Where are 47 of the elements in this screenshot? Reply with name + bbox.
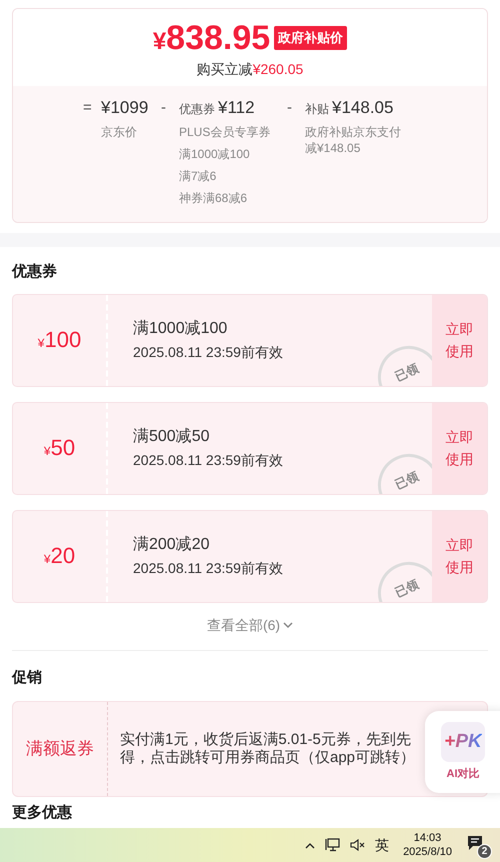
input-method-indicator[interactable]: 英 xyxy=(375,834,390,856)
coupon-amount: ¥50 xyxy=(44,437,76,459)
use-now-button[interactable]: 立即使用 xyxy=(432,510,487,602)
coupon-condition: 满500减50 xyxy=(133,426,210,447)
clock-date[interactable]: 2025/8/10 xyxy=(403,845,452,859)
final-price: ¥838.95 xyxy=(152,21,270,55)
coupon-condition: 满1000减100 xyxy=(133,318,228,339)
use-now-button[interactable]: 立即使用 xyxy=(432,402,487,494)
breakdown-label: 补贴 xyxy=(305,101,329,118)
chevron-up-icon[interactable] xyxy=(305,842,316,848)
coupon-amount: ¥20 xyxy=(44,545,76,567)
section-title: 更多优惠 xyxy=(12,803,73,823)
breakdown-note: 满7减6 xyxy=(179,168,216,184)
promotion-text: 实付满1元，收货后返满5.01-5元券，先到先得，点击跳转可用券商品页（仅app可跳转） xyxy=(120,731,416,767)
price-badge: 政府补贴价 xyxy=(274,26,348,50)
notification-icon[interactable] xyxy=(467,835,483,851)
operator-sign: = xyxy=(83,98,93,118)
saving-amount: ¥260.05 xyxy=(252,61,304,77)
section-title: 促销 xyxy=(12,668,43,688)
chevron-down-icon xyxy=(283,622,294,628)
breakdown-note: 神券满68减6 xyxy=(179,190,248,206)
coupon-validity: 2025.08.11 23:59前有效 xyxy=(133,451,284,470)
saving-label: 购买立减 xyxy=(196,61,253,77)
breakdown-note: PLUS会员专享券 xyxy=(179,124,270,140)
pk-logo: +PK xyxy=(441,722,485,762)
notification-count: 2 xyxy=(477,844,492,859)
breakdown-note: 政府补贴京东支付减¥148.05 xyxy=(305,124,402,156)
promotion-tag: 满额返券 xyxy=(26,736,94,762)
ai-compare-button[interactable]: +PK AI对比 xyxy=(425,711,500,793)
clock-time[interactable]: 14:03 xyxy=(414,831,442,845)
breakdown-value: ¥1099 xyxy=(101,98,148,118)
use-now-button[interactable]: 立即使用 xyxy=(432,294,487,386)
coupon-validity: 2025.08.11 23:59前有效 xyxy=(133,559,284,578)
breakdown-value: ¥112 xyxy=(218,98,255,118)
breakdown-label: 优惠券 xyxy=(179,101,215,118)
coupon-condition: 满200减20 xyxy=(133,534,210,555)
breakdown-value: ¥148.05 xyxy=(332,98,394,118)
muted-speaker-icon[interactable] xyxy=(350,839,366,851)
operator-sign: - xyxy=(287,98,293,118)
section-title: 优惠券 xyxy=(12,262,58,282)
breakdown-note: 满1000减100 xyxy=(179,146,250,162)
network-icon[interactable] xyxy=(325,838,340,852)
operator-sign: - xyxy=(161,98,167,118)
coupon-amount: ¥100 xyxy=(38,329,82,351)
coupon-validity: 2025.08.11 23:59前有效 xyxy=(133,343,284,362)
view-all-button[interactable]: 查看全部(6) xyxy=(206,614,294,636)
breakdown-note: 京东价 xyxy=(101,124,137,140)
